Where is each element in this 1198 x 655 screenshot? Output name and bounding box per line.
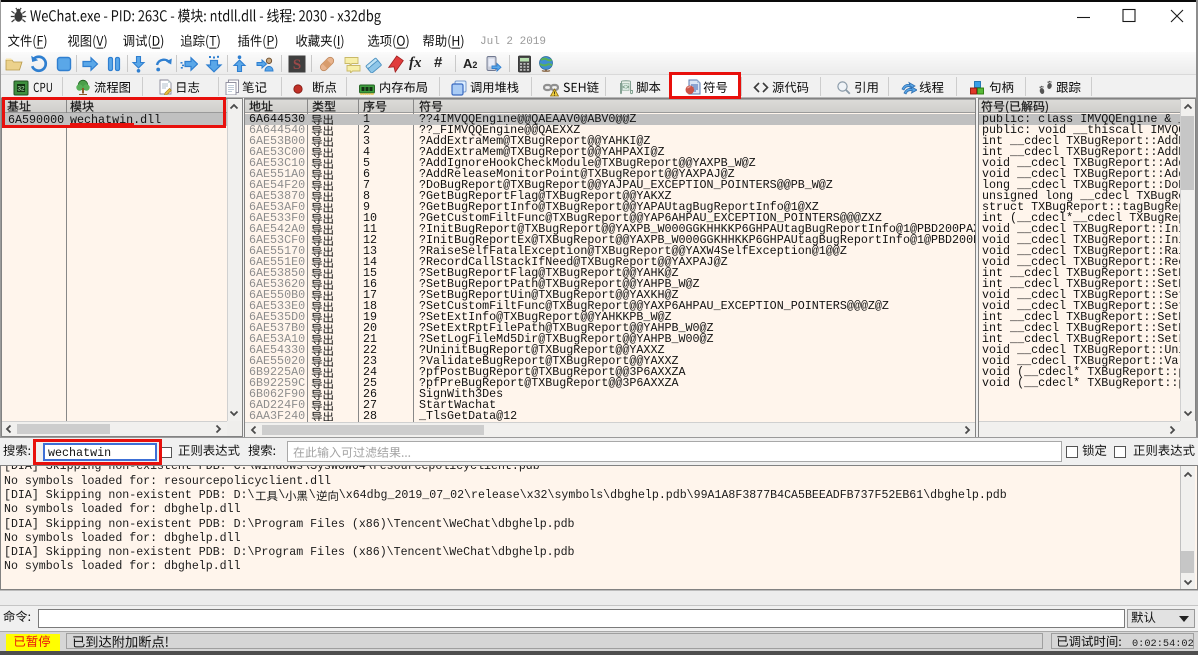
svg-text:!: ! [554,91,556,97]
svg-text:32: 32 [17,86,25,93]
svg-text:S: S [293,57,301,73]
svg-text:<>: <> [622,84,630,91]
